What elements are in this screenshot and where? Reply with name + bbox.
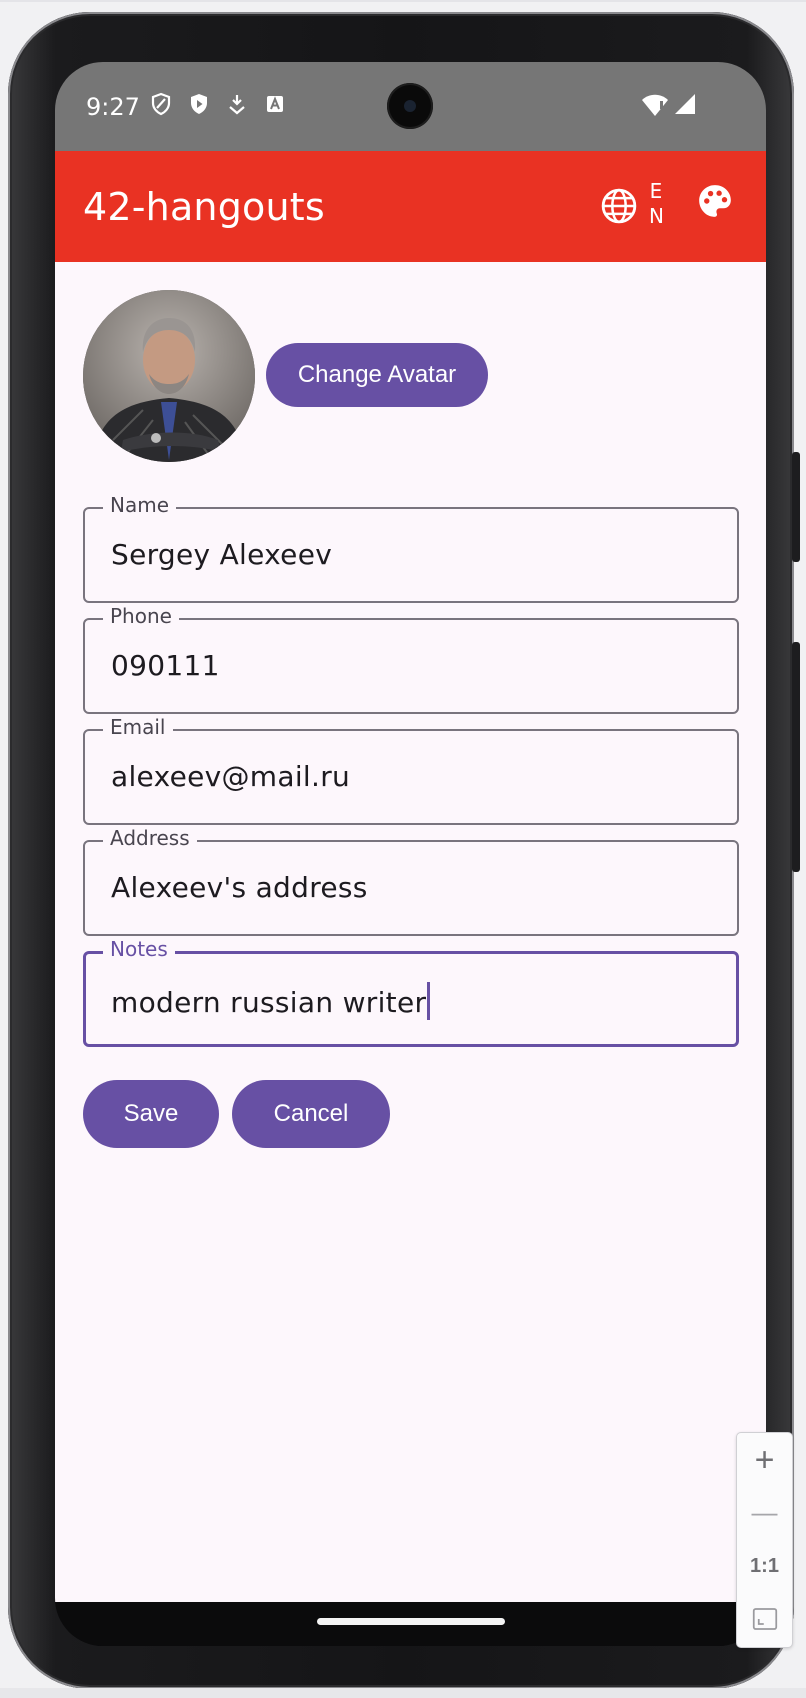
phone-field[interactable]: Phone 090111 xyxy=(83,605,739,714)
email-field[interactable]: Email alexeev@mail.ru xyxy=(83,716,739,825)
zoom-out-button[interactable]: — xyxy=(737,1489,792,1539)
name-field-label: Name xyxy=(103,494,177,516)
front-camera xyxy=(387,83,433,129)
volume-button xyxy=(792,642,800,872)
window-top-edge xyxy=(0,0,806,2)
avatar[interactable] xyxy=(83,290,255,462)
notes-field[interactable]: Notes modern russian writer xyxy=(83,938,739,1047)
fit-screen-icon xyxy=(752,1608,777,1630)
cancel-button[interactable]: Cancel xyxy=(232,1080,390,1148)
signal-icon xyxy=(675,94,695,114)
app-bar: 42-hangouts E N xyxy=(55,151,766,262)
device-screen: 9:27 42-hangouts E N Change Avatar Name … xyxy=(55,62,766,1646)
actual-size-button[interactable]: 1:1 xyxy=(737,1541,792,1591)
name-field-value: Sergey Alexeev xyxy=(111,538,333,571)
phone-field-label: Phone xyxy=(103,605,179,627)
language-code-line1: E xyxy=(649,179,663,203)
language-code: E N xyxy=(649,179,664,229)
app-title: 42-hangouts xyxy=(83,185,325,229)
zoom-in-button[interactable]: + xyxy=(737,1437,792,1487)
status-clock: 9:27 xyxy=(86,93,140,121)
email-field-label: Email xyxy=(103,716,173,738)
notes-field-content: modern russian writer xyxy=(111,982,431,1020)
shield-play-icon xyxy=(191,94,207,114)
change-avatar-button[interactable]: Change Avatar xyxy=(266,343,488,407)
notes-field-value: modern russian writer xyxy=(111,986,427,1019)
name-field[interactable]: Name Sergey Alexeev xyxy=(83,494,739,603)
status-bar: 9:27 xyxy=(55,62,766,151)
window-bottom-edge xyxy=(0,1688,806,1698)
address-field-value: Alexeev's address xyxy=(111,871,368,904)
avatar-photo xyxy=(83,290,255,462)
address-field-label: Address xyxy=(103,827,197,849)
power-button xyxy=(792,452,800,562)
edit-contact-form: Change Avatar Name Sergey Alexeev Phone … xyxy=(55,262,766,1602)
globe-icon xyxy=(601,188,637,224)
home-gesture-handle[interactable] xyxy=(317,1618,505,1625)
text-cursor xyxy=(427,982,431,1020)
palette-icon[interactable] xyxy=(696,182,734,220)
notes-field-label: Notes xyxy=(103,938,175,960)
language-code-line2: N xyxy=(649,204,664,228)
download-icon xyxy=(229,95,245,115)
language-button[interactable]: E N xyxy=(600,177,670,235)
email-field-value: alexeev@mail.ru xyxy=(111,760,351,793)
emulator-zoom-panel: + — 1:1 xyxy=(736,1432,793,1648)
shield-outline-icon xyxy=(151,92,171,116)
a-box-icon xyxy=(267,96,283,112)
phone-field-value: 090111 xyxy=(111,649,220,682)
address-field[interactable]: Address Alexeev's address xyxy=(83,827,739,936)
save-button[interactable]: Save xyxy=(83,1080,219,1148)
fit-screen-button[interactable] xyxy=(737,1593,792,1643)
device-frame: 9:27 42-hangouts E N Change Avatar Name … xyxy=(8,12,800,1689)
wifi-alert-icon xyxy=(642,94,668,116)
navigation-bar xyxy=(55,1602,766,1646)
